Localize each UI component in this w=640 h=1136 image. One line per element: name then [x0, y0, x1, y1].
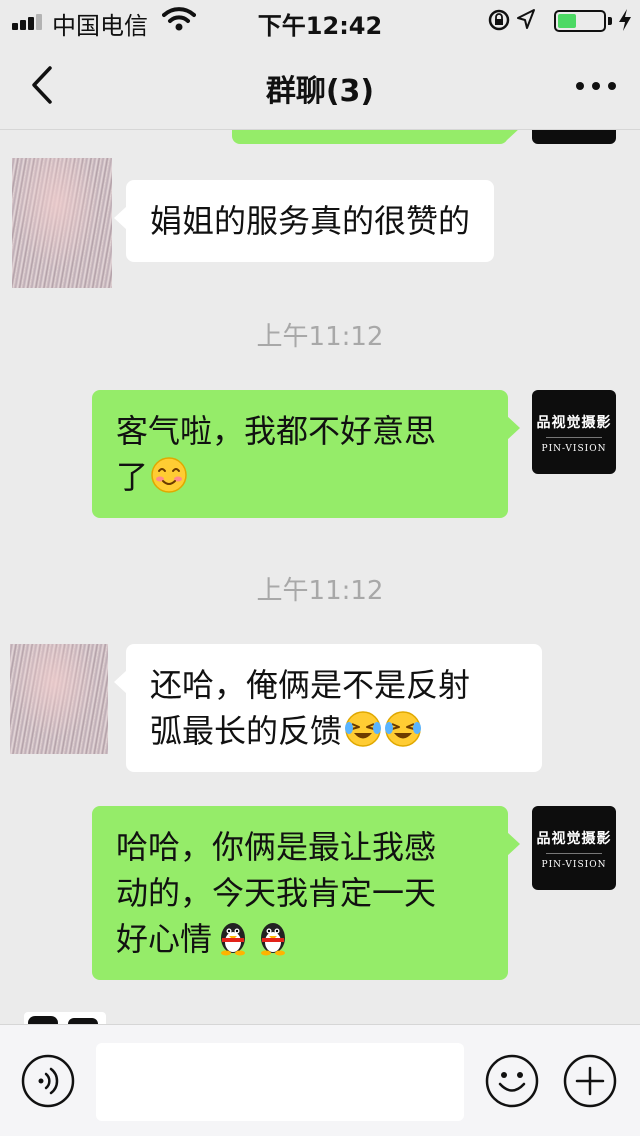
message-text-line: 了 — [116, 458, 149, 496]
blushing-smile-emoji-icon — [151, 457, 187, 493]
brand-name-en: PIN-VISION — [541, 860, 607, 870]
brand-name-cn: 品视觉摄影 — [536, 831, 612, 847]
sender-avatar[interactable] — [10, 644, 108, 754]
sender-avatar[interactable] — [12, 158, 112, 288]
charging-bolt-icon — [619, 9, 631, 31]
brand-name-en: PIN-VISION — [541, 444, 607, 454]
voice-input-icon[interactable] — [20, 1053, 76, 1109]
chat-title: 群聊(3) — [265, 74, 375, 109]
battery-cap — [608, 17, 612, 25]
crying-laughing-emoji-icon — [385, 711, 422, 747]
brand-divider — [546, 853, 602, 854]
battery-icon — [554, 10, 606, 32]
sender-avatar-brand[interactable]: 品视觉摄影 PIN-VISION — [532, 390, 616, 474]
sender-avatar-brand[interactable]: 品视觉摄影 PIN-VISION — [532, 806, 616, 890]
message-bubble-incoming[interactable]: 娟姐的服务真的很赞的 — [113, 180, 495, 262]
message-bubble-incoming[interactable]: 还哈，俺俩是不是反射 弧最长的反馈 — [114, 644, 542, 772]
status-bar: 中国电信 下午12:42 — [0, 0, 640, 40]
penguin-emoji-icon — [261, 923, 286, 956]
brand-name-cn: 品视觉摄影 — [536, 415, 612, 431]
message-text: 娟姐的服务真的很赞的 — [150, 202, 471, 240]
sender-avatar-partial[interactable] — [24, 1012, 106, 1024]
location-arrow-icon — [517, 9, 535, 29]
message-bubble-partial[interactable] — [232, 130, 520, 144]
plus-icon[interactable] — [562, 1053, 618, 1109]
message-text-line: 哈哈，你俩是最让我感 — [116, 828, 437, 866]
rotation-lock-icon — [488, 9, 510, 31]
brand-divider — [546, 437, 602, 438]
message-text-line: 弧最长的反馈 — [150, 712, 343, 750]
message-timestamp: 上午11:12 — [256, 576, 384, 606]
crying-laughing-emoji-icon — [345, 711, 382, 747]
message-bubble-outgoing[interactable]: 哈哈，你俩是最让我感 动的，今天我肯定一天 好心情 — [92, 806, 520, 980]
message-input-bar — [0, 1024, 640, 1136]
penguin-emoji-icon — [221, 923, 246, 956]
message-text-line: 客气啦，我都不好意思 — [116, 412, 437, 450]
emoji-face-icon[interactable] — [484, 1053, 540, 1109]
chat-message-list[interactable]: 娟姐的服务真的很赞的 上午11:12 客气啦，我都不好意思 了 品视觉摄影 PI… — [0, 130, 640, 1024]
message-text-line: 还哈，俺俩是不是反射 — [150, 666, 471, 704]
status-indicators — [462, 8, 632, 32]
more-options-icon[interactable] — [570, 60, 622, 110]
message-bubble-outgoing[interactable]: 客气啦，我都不好意思 了 — [92, 390, 520, 518]
chat-header: 群聊(3) — [0, 40, 640, 130]
message-timestamp: 上午11:12 — [256, 322, 384, 352]
battery-level — [558, 14, 576, 28]
message-text-input[interactable] — [96, 1043, 464, 1121]
message-text-line: 好心情 — [116, 920, 213, 958]
message-text-line: 动的，今天我肯定一天 — [116, 874, 437, 912]
sender-avatar-partial[interactable] — [532, 130, 616, 144]
